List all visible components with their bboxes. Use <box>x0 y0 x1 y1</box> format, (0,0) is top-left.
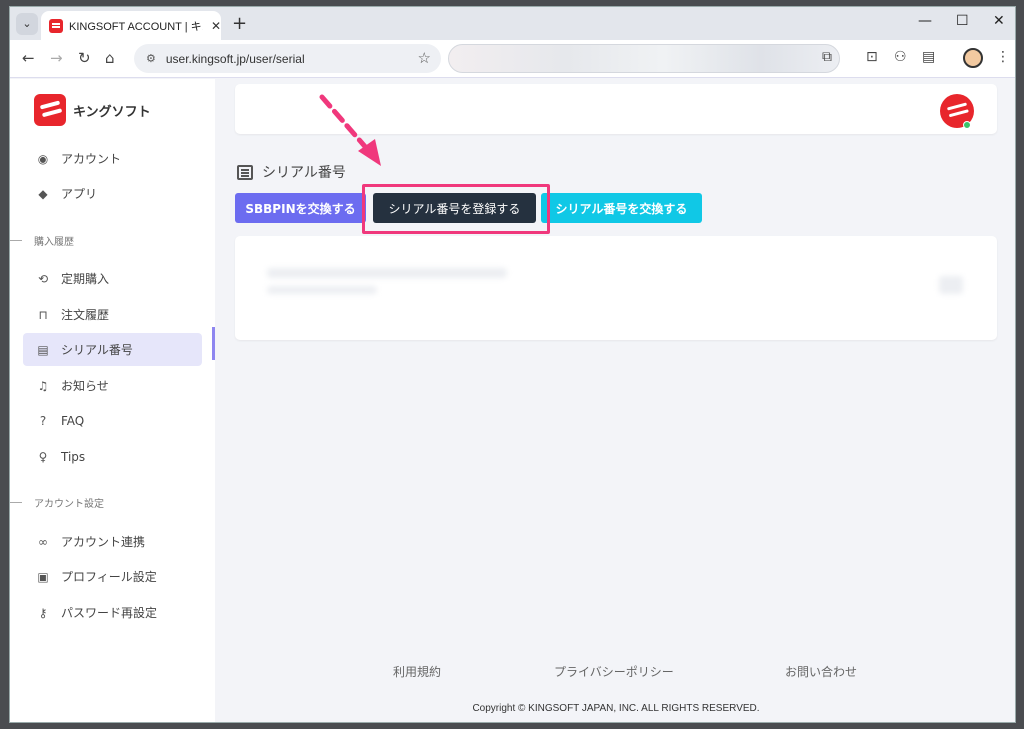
profile-icon: ▣ <box>37 569 49 584</box>
apps-icon: ◆ <box>38 186 48 201</box>
sidebar-item-label: FAQ <box>61 413 85 428</box>
sidebar-item-serial[interactable]: ▤ シリアル番号 <box>23 333 202 366</box>
contact-link[interactable]: お問い合わせ <box>785 663 857 680</box>
sidebar-item-account-link[interactable]: ∞ アカウント連携 <box>23 525 202 558</box>
question-icon: ? <box>39 413 47 428</box>
sidebar-item-label: 定期購入 <box>61 272 110 286</box>
tab-close-icon[interactable]: ✕ <box>211 19 221 33</box>
privacy-policy-link[interactable]: プライバシーポリシー <box>554 663 674 680</box>
document-icon <box>237 164 253 180</box>
exchange-serial-button[interactable]: シリアル番号を交換する <box>541 193 702 223</box>
blurred-extension-bar <box>448 44 840 73</box>
tab-strip: ⌄ KINGSOFT ACCOUNT | キングソフ ✕ + — ☐ ✕ <box>10 7 1015 40</box>
sidebar-item-label: シリアル番号 <box>61 343 133 357</box>
browser-tab[interactable]: KINGSOFT ACCOUNT | キングソフ ✕ <box>41 11 221 40</box>
lens-icon[interactable]: ⊡ <box>866 49 878 65</box>
address-bar[interactable]: ⚙ user.kingsoft.jp/user/serial ☆ <box>134 44 441 73</box>
maximize-button[interactable]: ☐ <box>956 13 969 29</box>
sidebar-item-orders[interactable]: ⊓ 注文履歴 <box>23 298 202 331</box>
sidebar-item-subscription[interactable]: ⟲ 定期購入 <box>23 262 202 295</box>
tab-title: KINGSOFT ACCOUNT | キングソフ <box>69 20 203 33</box>
document-icon: ▤ <box>37 342 49 357</box>
sidebar: キングソフト ◉ アカウント ◆ アプリ 購入履歴 ⟲ 定期購入 ⊓ 注文履歴 … <box>10 79 215 722</box>
page-title-text: シリアル番号 <box>262 165 346 181</box>
sidebar-item-apps[interactable]: ◆ アプリ <box>23 177 202 210</box>
home-icon[interactable]: ⌂ <box>105 49 115 67</box>
serial-list-card <box>235 236 997 340</box>
sidebar-item-label: アプリ <box>61 187 98 201</box>
reading-list-icon[interactable]: ▤ <box>922 49 935 65</box>
tab-search-button[interactable]: ⌄ <box>16 12 38 35</box>
account-circle-icon: ◉ <box>37 151 49 166</box>
profile-avatar-icon[interactable] <box>963 48 983 68</box>
incognito-icon[interactable]: ⚇ <box>894 49 907 65</box>
sidebar-item-faq[interactable]: ? FAQ <box>23 404 202 437</box>
sidebar-item-account[interactable]: ◉ アカウント <box>23 142 202 175</box>
reload-icon[interactable]: ↻ <box>78 49 91 67</box>
close-window-button[interactable]: ✕ <box>993 13 1005 29</box>
refresh-icon: ⟲ <box>37 271 49 286</box>
sidebar-item-label: パスワード再設定 <box>61 606 158 620</box>
new-tab-button[interactable]: + <box>232 13 247 34</box>
lightbulb-icon: ♀ <box>38 449 48 464</box>
link-icon: ∞ <box>38 534 48 549</box>
page-title: シリアル番号 <box>237 162 346 182</box>
forward-arrow-icon[interactable]: → <box>50 49 63 67</box>
sidebar-item-label: アカウント連携 <box>61 535 146 549</box>
terms-link[interactable]: 利用規約 <box>393 663 441 680</box>
bell-icon: ♫ <box>37 378 49 393</box>
sidebar-item-notifications[interactable]: ♫ お知らせ <box>23 369 202 402</box>
kingsoft-logo-icon <box>34 94 66 126</box>
section-account-settings: アカウント設定 <box>10 495 104 510</box>
key-icon: ⚷ <box>38 605 48 620</box>
browser-window: ⌄ KINGSOFT ACCOUNT | キングソフ ✕ + — ☐ ✕ ← →… <box>9 6 1016 723</box>
sidebar-item-profile[interactable]: ▣ プロフィール設定 <box>23 560 202 593</box>
url-text: user.kingsoft.jp/user/serial <box>165 51 305 66</box>
sidebar-item-label: 注文履歴 <box>61 308 110 322</box>
bookmark-star-icon[interactable]: ☆ <box>418 49 431 67</box>
annotation-highlight-box <box>362 184 550 234</box>
section-purchase-history: 購入履歴 <box>10 233 74 248</box>
brand[interactable]: キングソフト <box>34 94 151 126</box>
main-content: シリアル番号 SBBPINを交換する シリアル番号を登録する シリアル番号を交換… <box>215 79 1015 722</box>
brand-name: キングソフト <box>73 104 151 120</box>
sidebar-item-label: アカウント <box>61 152 122 166</box>
extensions-puzzle-icon[interactable]: ⧉ <box>822 49 832 65</box>
minimize-button[interactable]: — <box>918 13 932 29</box>
blurred-text <box>267 268 507 278</box>
kingsoft-favicon-icon <box>49 18 63 33</box>
back-arrow-icon[interactable]: ← <box>22 49 35 67</box>
shopping-bag-icon: ⊓ <box>38 307 48 322</box>
sidebar-item-password[interactable]: ⚷ パスワード再設定 <box>23 596 202 629</box>
sbbpin-exchange-button[interactable]: SBBPINを交換する <box>235 193 366 223</box>
sidebar-item-tips[interactable]: ♀ Tips <box>23 440 202 473</box>
sidebar-item-label: Tips <box>61 449 86 464</box>
browser-toolbar: ← → ↻ ⌂ ⚙ user.kingsoft.jp/user/serial ☆… <box>10 40 1015 78</box>
copyright-text: Copyright © KINGSOFT JAPAN, INC. ALL RIG… <box>472 703 760 714</box>
sidebar-item-label: プロフィール設定 <box>61 570 157 584</box>
header-card <box>235 84 997 134</box>
blurred-text <box>267 286 377 294</box>
blurred-icon <box>939 276 963 294</box>
online-status-icon <box>963 121 971 129</box>
sidebar-item-label: お知らせ <box>61 379 109 393</box>
site-info-icon[interactable]: ⚙ <box>146 52 156 65</box>
more-menu-icon[interactable]: ⋮ <box>996 49 1010 65</box>
